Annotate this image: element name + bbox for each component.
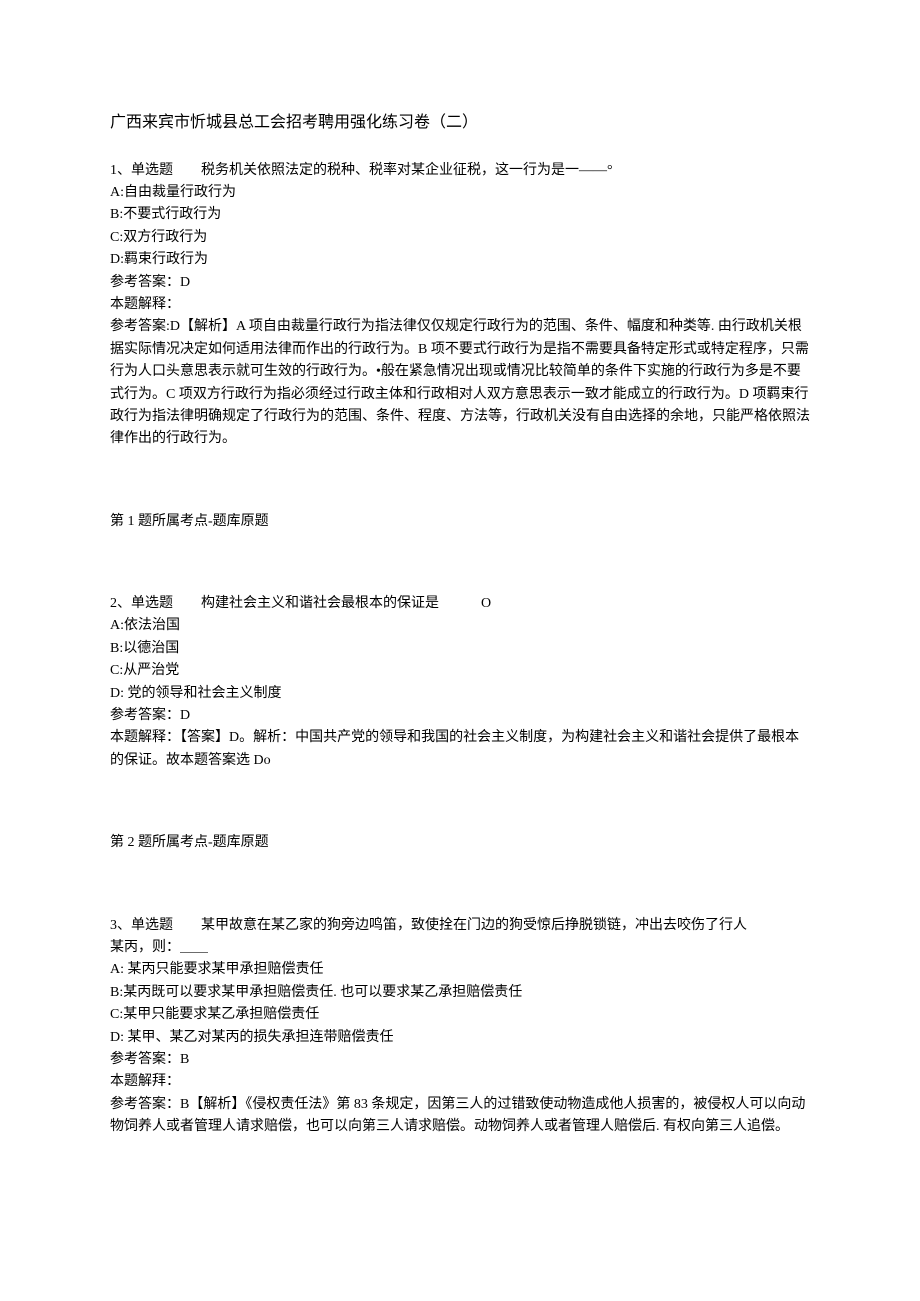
q3-option-b: B:某丙既可以要求某甲承担赔偿责任. 也可以要求某乙承担赔偿责任 <box>110 982 810 1004</box>
document-title: 广西来宾市忻城县总工会招考聘用强化练习卷（二） <box>110 110 810 136</box>
q2-stem: 2、单选题 构建社会主义和谐社会最根本的保证是 O <box>110 593 810 615</box>
q1-option-c: C:双方行政行为 <box>110 227 810 249</box>
q3-stem-line2: 某丙，则：＿＿ <box>110 937 810 959</box>
q3-option-c: C:某甲只能要求某乙承担赔偿责任 <box>110 1004 810 1026</box>
q1-answer: 参考答案：D <box>110 272 810 294</box>
question-1: 1、单选题 税务机关依照法定的税种、税率对某企业征税，这一行为是一——° A:自… <box>110 160 810 451</box>
q3-stem-line1: 3、单选题 某甲故意在某乙家的狗旁边鸣笛，致使拴在门边的狗受惊后挣脱锁链，冲出去… <box>110 915 810 937</box>
q2-explanation: 本题解释：【答案】D。解析：中国共产党的领导和我国的社会主义制度，为构建社会主义… <box>110 727 810 772</box>
q2-answer: 参考答案：D <box>110 705 810 727</box>
q2-option-c: C:从严治党 <box>110 660 810 682</box>
q3-answer: 参考答案：B <box>110 1049 810 1071</box>
q3-option-d: D: 某甲、某乙对某丙的损失承担连带赔偿责任 <box>110 1027 810 1049</box>
q1-stem: 1、单选题 税务机关依照法定的税种、税率对某企业征税，这一行为是一——° <box>110 160 810 182</box>
q1-option-d: D:羁束行政行为 <box>110 249 810 271</box>
q2-origin: 第 2 题所属考点-题库原题 <box>110 832 810 854</box>
q2-option-d: D: 党的领导和社会主义制度 <box>110 683 810 705</box>
question-2: 2、单选题 构建社会主义和谐社会最根本的保证是 O A:依法治国 B:以德治国 … <box>110 593 810 772</box>
q1-explanation: 参考答案:D【解析】A 项自由裁量行政行为指法律仅仅规定行政行为的范围、条件、幅… <box>110 316 810 450</box>
q1-option-a: A:自由裁量行政行为 <box>110 182 810 204</box>
question-3: 3、单选题 某甲故意在某乙家的狗旁边鸣笛，致使拴在门边的狗受惊后挣脱锁链，冲出去… <box>110 915 810 1139</box>
q3-option-a: A: 某丙只能要求某甲承担赔偿责任 <box>110 959 810 981</box>
q2-option-b: B:以德治国 <box>110 638 810 660</box>
q1-explanation-label: 本题解释： <box>110 294 810 316</box>
q1-origin: 第 1 题所属考点-题库原题 <box>110 511 810 533</box>
q3-explanation: 参考答案：B【解析】《侵权责任法》第 83 条规定，因第三人的过错致使动物造成他… <box>110 1094 810 1139</box>
q2-option-a: A:依法治国 <box>110 615 810 637</box>
q1-option-b: B:不要式行政行为 <box>110 204 810 226</box>
q3-explanation-label: 本题解拜： <box>110 1071 810 1093</box>
